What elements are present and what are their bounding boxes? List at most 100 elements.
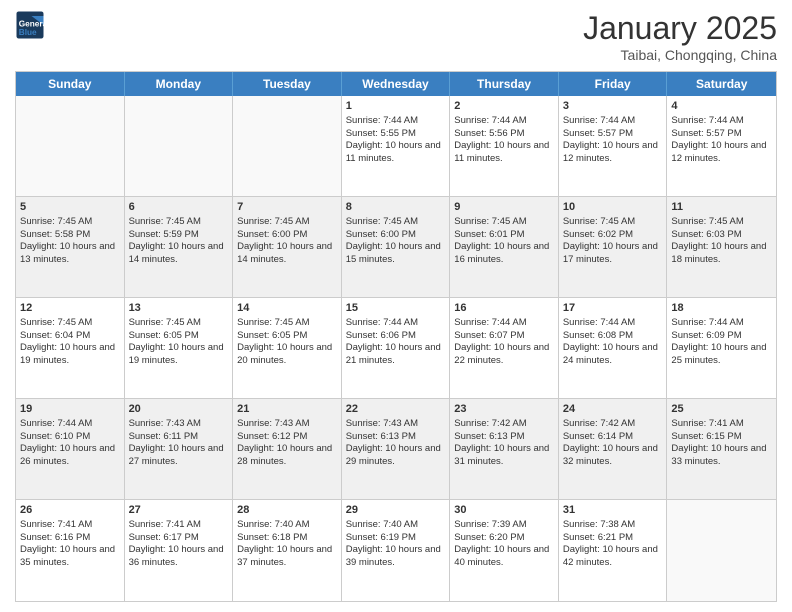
day-number: 25	[671, 402, 772, 417]
calendar-cell: 13Sunrise: 7:45 AMSunset: 6:05 PMDayligh…	[125, 298, 234, 398]
day-number: 12	[20, 301, 120, 316]
day-info: Sunrise: 7:45 AMSunset: 6:02 PMDaylight:…	[563, 216, 658, 265]
day-number: 15	[346, 301, 446, 316]
day-info: Sunrise: 7:40 AMSunset: 6:19 PMDaylight:…	[346, 519, 441, 568]
calendar-cell: 2Sunrise: 7:44 AMSunset: 5:56 PMDaylight…	[450, 96, 559, 196]
day-info: Sunrise: 7:40 AMSunset: 6:18 PMDaylight:…	[237, 519, 332, 568]
day-info: Sunrise: 7:45 AMSunset: 6:04 PMDaylight:…	[20, 317, 115, 366]
day-number: 18	[671, 301, 772, 316]
day-info: Sunrise: 7:45 AMSunset: 5:58 PMDaylight:…	[20, 216, 115, 265]
day-info: Sunrise: 7:45 AMSunset: 6:00 PMDaylight:…	[237, 216, 332, 265]
day-number: 11	[671, 200, 772, 215]
day-number: 19	[20, 402, 120, 417]
calendar-header: SundayMondayTuesdayWednesdayThursdayFrid…	[16, 72, 776, 96]
month-title: January 2025	[583, 10, 777, 47]
calendar-cell: 23Sunrise: 7:42 AMSunset: 6:13 PMDayligh…	[450, 399, 559, 499]
day-number: 31	[563, 503, 663, 518]
header: General Blue January 2025 Taibai, Chongq…	[15, 10, 777, 63]
calendar-row: 19Sunrise: 7:44 AMSunset: 6:10 PMDayligh…	[16, 399, 776, 500]
day-number: 30	[454, 503, 554, 518]
calendar-cell: 8Sunrise: 7:45 AMSunset: 6:00 PMDaylight…	[342, 197, 451, 297]
calendar: SundayMondayTuesdayWednesdayThursdayFrid…	[15, 71, 777, 602]
calendar-cell: 3Sunrise: 7:44 AMSunset: 5:57 PMDaylight…	[559, 96, 668, 196]
day-info: Sunrise: 7:45 AMSunset: 6:00 PMDaylight:…	[346, 216, 441, 265]
calendar-cell: 7Sunrise: 7:45 AMSunset: 6:00 PMDaylight…	[233, 197, 342, 297]
day-number: 9	[454, 200, 554, 215]
day-info: Sunrise: 7:41 AMSunset: 6:15 PMDaylight:…	[671, 418, 766, 467]
header-day-sunday: Sunday	[16, 72, 125, 96]
calendar-cell: 16Sunrise: 7:44 AMSunset: 6:07 PMDayligh…	[450, 298, 559, 398]
day-number: 1	[346, 99, 446, 114]
day-number: 29	[346, 503, 446, 518]
day-info: Sunrise: 7:44 AMSunset: 6:09 PMDaylight:…	[671, 317, 766, 366]
calendar-row: 5Sunrise: 7:45 AMSunset: 5:58 PMDaylight…	[16, 197, 776, 298]
day-number: 28	[237, 503, 337, 518]
calendar-row: 1Sunrise: 7:44 AMSunset: 5:55 PMDaylight…	[16, 96, 776, 197]
day-number: 24	[563, 402, 663, 417]
day-number: 10	[563, 200, 663, 215]
calendar-row: 26Sunrise: 7:41 AMSunset: 6:16 PMDayligh…	[16, 500, 776, 601]
logo-icon: General Blue	[15, 10, 45, 40]
day-info: Sunrise: 7:43 AMSunset: 6:12 PMDaylight:…	[237, 418, 332, 467]
day-info: Sunrise: 7:43 AMSunset: 6:13 PMDaylight:…	[346, 418, 441, 467]
calendar-cell: 26Sunrise: 7:41 AMSunset: 6:16 PMDayligh…	[16, 500, 125, 601]
calendar-cell: 14Sunrise: 7:45 AMSunset: 6:05 PMDayligh…	[233, 298, 342, 398]
day-info: Sunrise: 7:44 AMSunset: 6:08 PMDaylight:…	[563, 317, 658, 366]
calendar-cell: 25Sunrise: 7:41 AMSunset: 6:15 PMDayligh…	[667, 399, 776, 499]
calendar-cell	[16, 96, 125, 196]
day-number: 3	[563, 99, 663, 114]
day-number: 2	[454, 99, 554, 114]
day-info: Sunrise: 7:45 AMSunset: 6:03 PMDaylight:…	[671, 216, 766, 265]
calendar-cell: 6Sunrise: 7:45 AMSunset: 5:59 PMDaylight…	[125, 197, 234, 297]
day-number: 5	[20, 200, 120, 215]
day-info: Sunrise: 7:44 AMSunset: 5:57 PMDaylight:…	[671, 115, 766, 164]
calendar-cell: 17Sunrise: 7:44 AMSunset: 6:08 PMDayligh…	[559, 298, 668, 398]
header-day-monday: Monday	[125, 72, 234, 96]
header-day-saturday: Saturday	[667, 72, 776, 96]
day-number: 8	[346, 200, 446, 215]
day-number: 20	[129, 402, 229, 417]
day-number: 17	[563, 301, 663, 316]
day-info: Sunrise: 7:44 AMSunset: 6:10 PMDaylight:…	[20, 418, 115, 467]
calendar-cell	[233, 96, 342, 196]
calendar-cell: 11Sunrise: 7:45 AMSunset: 6:03 PMDayligh…	[667, 197, 776, 297]
day-info: Sunrise: 7:43 AMSunset: 6:11 PMDaylight:…	[129, 418, 224, 467]
day-number: 14	[237, 301, 337, 316]
calendar-cell: 1Sunrise: 7:44 AMSunset: 5:55 PMDaylight…	[342, 96, 451, 196]
calendar-cell: 19Sunrise: 7:44 AMSunset: 6:10 PMDayligh…	[16, 399, 125, 499]
day-number: 26	[20, 503, 120, 518]
day-number: 7	[237, 200, 337, 215]
day-info: Sunrise: 7:45 AMSunset: 6:05 PMDaylight:…	[129, 317, 224, 366]
day-info: Sunrise: 7:44 AMSunset: 5:55 PMDaylight:…	[346, 115, 441, 164]
day-info: Sunrise: 7:44 AMSunset: 6:06 PMDaylight:…	[346, 317, 441, 366]
calendar-cell	[667, 500, 776, 601]
calendar-cell: 4Sunrise: 7:44 AMSunset: 5:57 PMDaylight…	[667, 96, 776, 196]
day-info: Sunrise: 7:45 AMSunset: 6:01 PMDaylight:…	[454, 216, 549, 265]
header-day-thursday: Thursday	[450, 72, 559, 96]
calendar-row: 12Sunrise: 7:45 AMSunset: 6:04 PMDayligh…	[16, 298, 776, 399]
day-number: 23	[454, 402, 554, 417]
calendar-cell: 28Sunrise: 7:40 AMSunset: 6:18 PMDayligh…	[233, 500, 342, 601]
calendar-cell: 27Sunrise: 7:41 AMSunset: 6:17 PMDayligh…	[125, 500, 234, 601]
calendar-cell	[125, 96, 234, 196]
day-info: Sunrise: 7:39 AMSunset: 6:20 PMDaylight:…	[454, 519, 549, 568]
calendar-cell: 10Sunrise: 7:45 AMSunset: 6:02 PMDayligh…	[559, 197, 668, 297]
calendar-cell: 24Sunrise: 7:42 AMSunset: 6:14 PMDayligh…	[559, 399, 668, 499]
day-info: Sunrise: 7:42 AMSunset: 6:14 PMDaylight:…	[563, 418, 658, 467]
day-number: 21	[237, 402, 337, 417]
logo: General Blue	[15, 10, 47, 40]
calendar-cell: 31Sunrise: 7:38 AMSunset: 6:21 PMDayligh…	[559, 500, 668, 601]
header-day-friday: Friday	[559, 72, 668, 96]
day-info: Sunrise: 7:44 AMSunset: 5:57 PMDaylight:…	[563, 115, 658, 164]
calendar-cell: 29Sunrise: 7:40 AMSunset: 6:19 PMDayligh…	[342, 500, 451, 601]
calendar-cell: 15Sunrise: 7:44 AMSunset: 6:06 PMDayligh…	[342, 298, 451, 398]
day-info: Sunrise: 7:41 AMSunset: 6:17 PMDaylight:…	[129, 519, 224, 568]
title-block: January 2025 Taibai, Chongqing, China	[583, 10, 777, 63]
calendar-cell: 30Sunrise: 7:39 AMSunset: 6:20 PMDayligh…	[450, 500, 559, 601]
header-day-wednesday: Wednesday	[342, 72, 451, 96]
day-info: Sunrise: 7:42 AMSunset: 6:13 PMDaylight:…	[454, 418, 549, 467]
calendar-cell: 22Sunrise: 7:43 AMSunset: 6:13 PMDayligh…	[342, 399, 451, 499]
calendar-cell: 5Sunrise: 7:45 AMSunset: 5:58 PMDaylight…	[16, 197, 125, 297]
day-info: Sunrise: 7:45 AMSunset: 5:59 PMDaylight:…	[129, 216, 224, 265]
day-number: 27	[129, 503, 229, 518]
